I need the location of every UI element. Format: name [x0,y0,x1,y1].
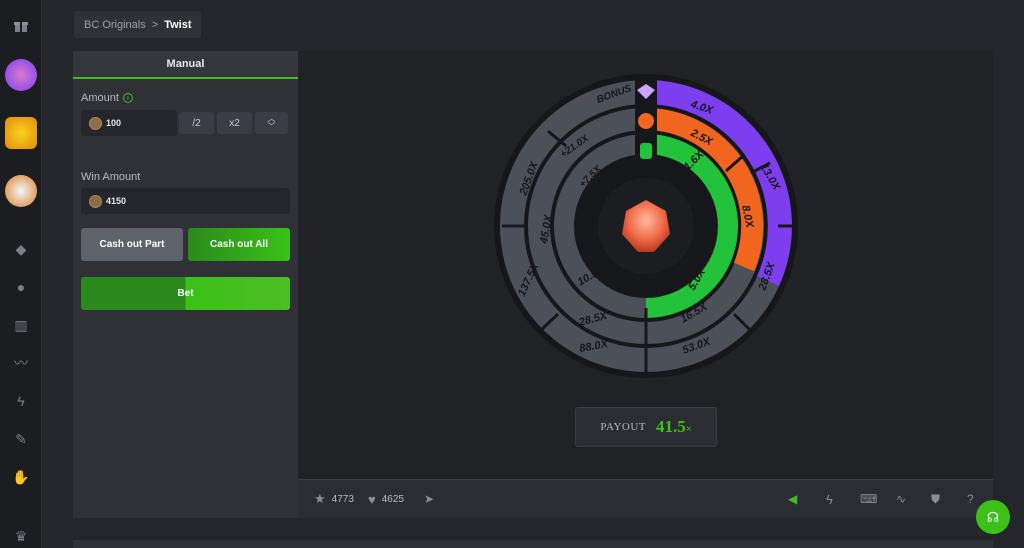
star-icon: ★ [314,491,326,506]
stats-button[interactable]: ∿ [896,492,906,506]
likes-count: 4625 [381,493,404,505]
bet-button[interactable]: Bet [81,277,290,310]
slots-icon[interactable]: ▥ [0,316,42,334]
amount-label-text: Amount [81,92,119,104]
crown-icon[interactable]: ♛ [0,527,42,545]
ticket-icon[interactable]: ✎ [0,430,42,448]
plinko-game-icon[interactable] [5,175,37,207]
breadcrumb-current: Twist [164,18,192,31]
sidebar: ◆ ● ▥ 〰 ϟ ✎ ✋ ♛ [0,0,42,548]
amount-input[interactable]: 100 [81,110,177,136]
tab-manual[interactable]: Manual [73,51,298,79]
heart-icon: ♥ [368,491,376,507]
bet-panel: Manual Amount i 100 /2 x2 ︿ ﹀ 1000000 10… [73,51,298,518]
crash-game-icon[interactable] [5,117,37,149]
payout-display: PAYOUT 41.5× [575,407,717,447]
help-button[interactable]: ? [967,492,974,506]
twist-game-icon[interactable] [5,59,37,91]
breadcrumb-separator: > [151,18,159,31]
activity-icon[interactable]: 〰 [0,354,42,372]
coin-icon [89,116,102,130]
amount-value: 100 [106,118,122,128]
chevron-down-icon[interactable]: ﹀ [268,123,276,131]
game-footer: ★ 4773 ♥ 4625 ➤ ◀ ϟ ⌨ ∿ ⛊ ? [298,479,993,518]
chart-icon: ∿ [896,492,907,506]
info-icon[interactable]: i [122,93,133,103]
win-amount-label: Win Amount [81,171,141,183]
sports-icon[interactable]: ● [0,278,42,296]
amount-label: Amount i [81,92,133,104]
breadcrumb-parent[interactable]: BC Originals [84,19,146,31]
support-chat-button[interactable]: ☊ [976,500,1010,534]
coin-icon [89,194,102,208]
payout-value: 41.5 [656,417,686,436]
payout-suffix: × [685,424,692,435]
payout-label: PAYOUT [600,421,646,433]
favorite-button[interactable]: ★ 4773 [314,491,354,507]
sound-button[interactable]: ◀ [788,492,797,506]
lightning-icon[interactable]: ϟ [0,392,42,410]
cashout-part-button[interactable]: Cash out Part [81,228,183,261]
orange-gem-icon [638,113,654,129]
lightning-icon: ϟ [826,491,833,507]
speaker-icon: ◀ [788,492,798,506]
shield-icon: ⛊ [931,491,941,506]
hand-icon[interactable]: ✋ [0,468,42,486]
green-gem-icon [640,143,652,159]
send-icon: ➤ [424,492,435,506]
half-button[interactable]: /2 [179,112,214,134]
help-icon: ? [967,492,974,506]
win-amount-value: 4150 [106,196,127,206]
gift-icon[interactable] [0,15,42,37]
double-button[interactable]: x2 [217,112,252,134]
fast-mode-button[interactable]: ϟ [826,492,833,507]
adjust-stepper[interactable]: ︿ ﹀ [255,112,288,134]
headset-icon: ☊ [986,508,1000,525]
win-amount-field: 4150 [81,188,290,214]
breadcrumb: BC Originals > Twist [74,11,202,38]
cashout-all-button[interactable]: Cash out All [188,228,290,261]
like-button[interactable]: ♥ 4625 [368,492,404,507]
hotkeys-button[interactable]: ⌨ [860,492,877,506]
casino-icon[interactable]: ◆ [0,240,42,258]
share-button[interactable]: ➤ [424,492,434,506]
stars-count: 4773 [331,493,354,505]
fairness-button[interactable]: ⛊ [931,492,940,507]
footer-strip [73,540,993,548]
keyboard-icon: ⌨ [860,492,878,506]
